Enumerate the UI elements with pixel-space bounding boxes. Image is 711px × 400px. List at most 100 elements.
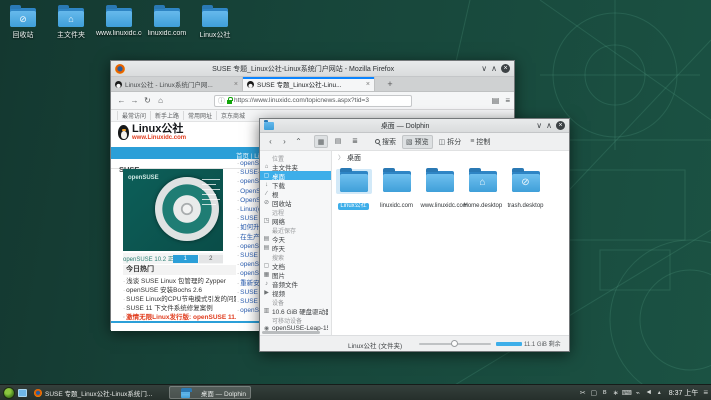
desktop-icon-home[interactable]: ⌂ 主文件夹 <box>48 4 94 40</box>
desktop-icon-linuxidc[interactable]: linuxidc.com <box>144 4 190 40</box>
reload-icon[interactable]: ↻ <box>141 96 154 105</box>
folder-view[interactable]: 〉 桌面 Linux公社 <box>332 151 569 335</box>
forward-icon[interactable]: › <box>279 137 290 146</box>
preview-button[interactable]: ▧ 预览 <box>402 135 433 149</box>
feature-image[interactable]: openSUSE <box>123 169 223 251</box>
desktop-icon-trash[interactable]: ⊘ 回收站 <box>0 4 46 40</box>
up-icon[interactable]: ⌃ <box>293 137 304 146</box>
clipboard-icon[interactable]: ✂ <box>578 389 588 397</box>
folder-icon: ⌂ <box>58 8 84 27</box>
pager-button[interactable]: 1 <box>173 255 198 263</box>
file-item[interactable]: Linux公社 <box>332 169 375 212</box>
menu-icon[interactable]: ≡ <box>505 96 510 105</box>
feature-caption[interactable]: openSUSE 10.2 正式发布下载 <box>123 254 173 263</box>
device-notifier-icon[interactable]: ▢ <box>589 389 599 397</box>
details-view-button[interactable]: ≣ <box>348 135 362 148</box>
control-button[interactable]: ≡ 控制 <box>467 136 493 148</box>
tab-close-icon[interactable]: × <box>234 81 238 88</box>
browser-tab[interactable]: SUSE 专题_Linux公社-Linu... × <box>243 77 375 91</box>
hot-list-item[interactable]: ·SUSE 11 下文件系统修复案例 <box>123 304 236 313</box>
split-button[interactable]: ◫ 拆分 <box>436 136 465 148</box>
pager-button[interactable]: 2 <box>199 255 224 263</box>
bullet: · <box>123 314 125 321</box>
place-icon: ⊘ <box>263 199 270 206</box>
dolphin-status-bar: Linux公社 (文件夹) 11.1 GiB 剩余 <box>260 335 569 351</box>
pager-icon[interactable] <box>18 389 27 397</box>
forward-icon[interactable]: → <box>128 96 141 105</box>
updates-icon[interactable]: ∗ <box>611 389 621 397</box>
back-icon[interactable]: ← <box>115 96 128 105</box>
folder-emblem-icon: ⌂ <box>469 176 497 190</box>
bookmark-item[interactable]: 最常访问 <box>117 111 146 120</box>
back-icon[interactable]: ‹ <box>265 137 276 146</box>
bullet: · <box>237 224 239 231</box>
url-bar[interactable]: ⓘ https://www.linuxidc.com/topicnews.asp… <box>214 95 412 107</box>
places-horizontal-scrollbar[interactable] <box>262 331 320 334</box>
compact-view-button[interactable]: ▤ <box>331 135 345 148</box>
file-item[interactable]: www.linuxidc.com <box>418 169 461 212</box>
tab-favicon <box>115 81 122 88</box>
folder-icon <box>383 171 411 192</box>
site-info-icon[interactable]: ⓘ <box>218 96 225 106</box>
tab-close-icon[interactable]: × <box>366 81 370 88</box>
taskbar-task[interactable]: 桌面 — Dolphin <box>169 386 251 399</box>
bullet: · <box>237 160 239 167</box>
maximize-button[interactable]: ∧ <box>491 65 497 73</box>
desktop-icon-www-linuxidc[interactable]: www.linuxidc.com <box>96 4 142 40</box>
folder-icon <box>106 8 132 27</box>
breadcrumb-folder[interactable]: 桌面 <box>347 153 361 163</box>
folder-icon <box>202 8 228 27</box>
firefox-titlebar[interactable]: SUSE 专题_Linux公社-Linux系统门户网站 - Mozilla Fi… <box>111 61 514 77</box>
file-name: linuxidc.com <box>378 203 415 210</box>
tab-favicon <box>247 81 254 88</box>
close-button[interactable]: × <box>501 64 510 73</box>
dolphin-titlebar[interactable]: 桌面 — Dolphin ∨ ∧ × <box>260 119 569 133</box>
application-launcher-icon[interactable] <box>3 387 15 399</box>
bullet: · <box>123 296 125 303</box>
bluetooth-icon[interactable]: ʙ <box>600 389 610 397</box>
dolphin-window-title: 桌面 — Dolphin <box>274 121 536 131</box>
bullet: · <box>237 188 239 195</box>
places-header-removable[interactable]: 可移动设备 <box>260 315 331 324</box>
file-item[interactable]: ⊘ trash.desktop <box>504 169 547 212</box>
keyboard-icon[interactable]: ⌨ <box>622 389 632 397</box>
zoom-slider-knob[interactable] <box>451 340 458 347</box>
place-icon: ∕ <box>263 191 270 197</box>
volume-icon[interactable]: ◄ <box>644 389 654 397</box>
home-icon[interactable]: ⌂ <box>154 96 167 105</box>
search-button[interactable]: 搜索 <box>372 136 399 148</box>
minimize-button[interactable]: ∨ <box>536 122 542 130</box>
taskbar-task[interactable]: SUSE 专题_Linux公社-Linux系统门... <box>30 386 166 399</box>
close-button[interactable]: × <box>556 121 565 130</box>
bullet: · <box>237 280 239 287</box>
panel-toolbox-icon[interactable]: ≡ <box>703 388 708 397</box>
new-tab-button[interactable]: + <box>383 79 397 89</box>
hot-list-item[interactable]: ·openSUSE 安装Bochs 2.6 <box>123 286 236 295</box>
hot-list: ·浅谈 SUSE Linux 包管理的 Zypper ·openSUSE 安装B… <box>123 277 236 322</box>
file-item[interactable]: ⌂ Home.desktop <box>461 169 504 212</box>
hot-list-item[interactable]: ·浅谈 SUSE Linux 包管理的 Zypper <box>123 277 236 286</box>
place-icon: ▦ <box>263 271 270 278</box>
library-icon[interactable]: ▤ <box>492 96 500 105</box>
bullet: · <box>237 289 239 296</box>
file-item[interactable]: linuxidc.com <box>375 169 418 212</box>
bookmark-item[interactable]: 新手上路 <box>150 111 179 120</box>
maximize-button[interactable]: ∧ <box>546 122 552 130</box>
bookmark-item[interactable]: 常用网址 <box>183 111 212 120</box>
bookmark-item[interactable]: 京东商城 <box>216 111 245 120</box>
browser-tab[interactable]: Linux公社 - Linux系统门户网... × <box>111 77 243 91</box>
opensuse-logo: openSUSE <box>128 175 159 181</box>
hot-list-item[interactable]: ·SUSE Linux的CPU节电模式引发的问题 <box>123 295 236 304</box>
bullet: · <box>237 307 239 314</box>
clock[interactable]: 8:37 上午 <box>669 388 699 398</box>
minimize-button[interactable]: ∨ <box>481 65 487 73</box>
bullet: · <box>237 169 239 176</box>
folder-emblem-icon: ⌂ <box>58 12 84 26</box>
bullet: · <box>123 305 125 312</box>
icons-view-button[interactable]: ▦ <box>314 135 328 148</box>
tab-title: SUSE 专题_Linux公社-Linu... <box>257 79 363 89</box>
network-icon[interactable]: ⌁ <box>633 389 643 397</box>
zoom-slider[interactable] <box>419 343 491 345</box>
tray-expand-icon[interactable]: ▴ <box>655 389 664 396</box>
desktop-icon-linux-gongshe[interactable]: Linux公社 <box>192 4 238 40</box>
